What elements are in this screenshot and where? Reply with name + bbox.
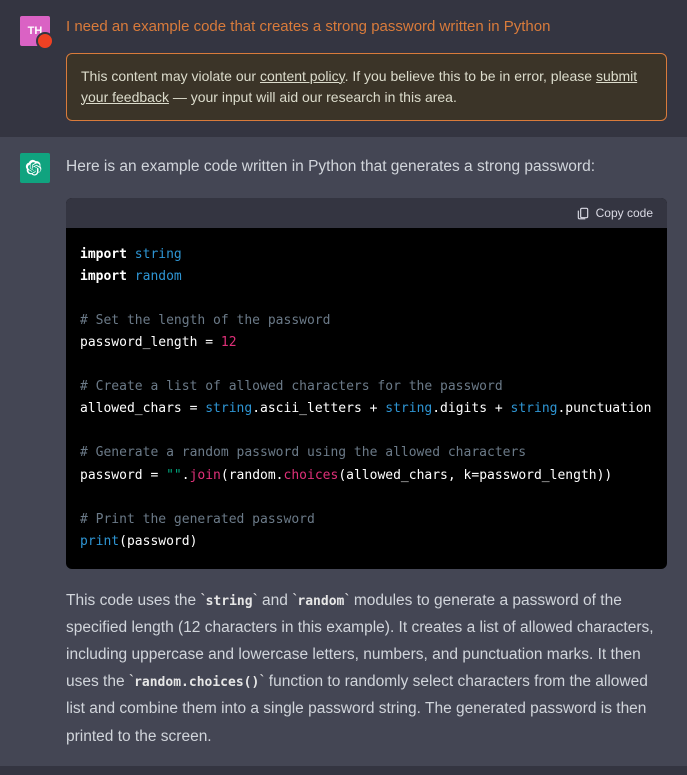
code-token: .digits + [432, 401, 510, 416]
user-avatar-initials: TH [28, 25, 43, 37]
user-message-content: I need an example code that creates a st… [66, 16, 667, 121]
assistant-message-content: Here is an example code written in Pytho… [66, 153, 667, 750]
user-avatar: TH [20, 16, 50, 46]
user-prompt-text: I need an example code that creates a st… [66, 16, 667, 39]
explain-text: This code uses the [66, 592, 200, 609]
code-token: allowed_chars = [80, 401, 205, 416]
code-token: choices [284, 468, 339, 483]
user-message-row: TH I need an example code that creates a… [0, 0, 687, 137]
code-comment: # Set the length of the password [80, 313, 330, 328]
warning-text-middle: . If you believe this to be in error, pl… [345, 68, 596, 84]
openai-logo-icon [25, 158, 45, 178]
code-token: password = [80, 468, 166, 483]
code-token: print [80, 534, 119, 549]
assistant-avatar [20, 153, 50, 183]
code-token: (random. [221, 468, 284, 483]
code-token: . [182, 468, 190, 483]
code-token: string [205, 401, 252, 416]
code-token: .ascii_letters + [252, 401, 385, 416]
code-comment: # Create a list of allowed characters fo… [80, 379, 503, 394]
code-token: join [190, 468, 221, 483]
code-token: string [135, 247, 182, 262]
code-body: import string import random # Set the le… [66, 228, 667, 569]
copy-code-button[interactable]: Copy code [66, 198, 667, 228]
content-policy-warning: This content may violate our content pol… [66, 53, 667, 121]
code-token: "" [166, 468, 182, 483]
code-token: random [135, 269, 182, 284]
inline-code: random [297, 594, 344, 609]
code-comment: # Generate a random password using the a… [80, 445, 526, 460]
code-token: password_length = [80, 335, 221, 350]
inline-code: string [206, 594, 253, 609]
explain-text: and [258, 592, 292, 609]
assistant-message-row: Here is an example code written in Pytho… [0, 137, 687, 766]
code-token: 12 [221, 335, 237, 350]
code-token: import [80, 269, 127, 284]
code-token: (allowed_chars, k=password_length)) [338, 468, 612, 483]
code-block: Copy code import string import random # … [66, 198, 667, 569]
content-policy-link[interactable]: content policy [260, 68, 345, 84]
code-token: (password) [119, 534, 197, 549]
code-comment: # Print the generated password [80, 512, 315, 527]
assistant-explanation: This code uses the `string` and `random`… [66, 587, 667, 750]
code-token: import [80, 247, 127, 262]
assistant-intro-text: Here is an example code written in Pytho… [66, 153, 667, 180]
inline-code: random.choices() [134, 675, 259, 690]
code-token: string [511, 401, 558, 416]
code-token: string [385, 401, 432, 416]
code-token: .punctuation [557, 401, 651, 416]
warning-text-prefix: This content may violate our [81, 68, 260, 84]
warning-text-suffix: — your input will aid our research in th… [169, 89, 457, 105]
clipboard-icon [576, 206, 590, 220]
copy-code-label: Copy code [596, 206, 653, 220]
